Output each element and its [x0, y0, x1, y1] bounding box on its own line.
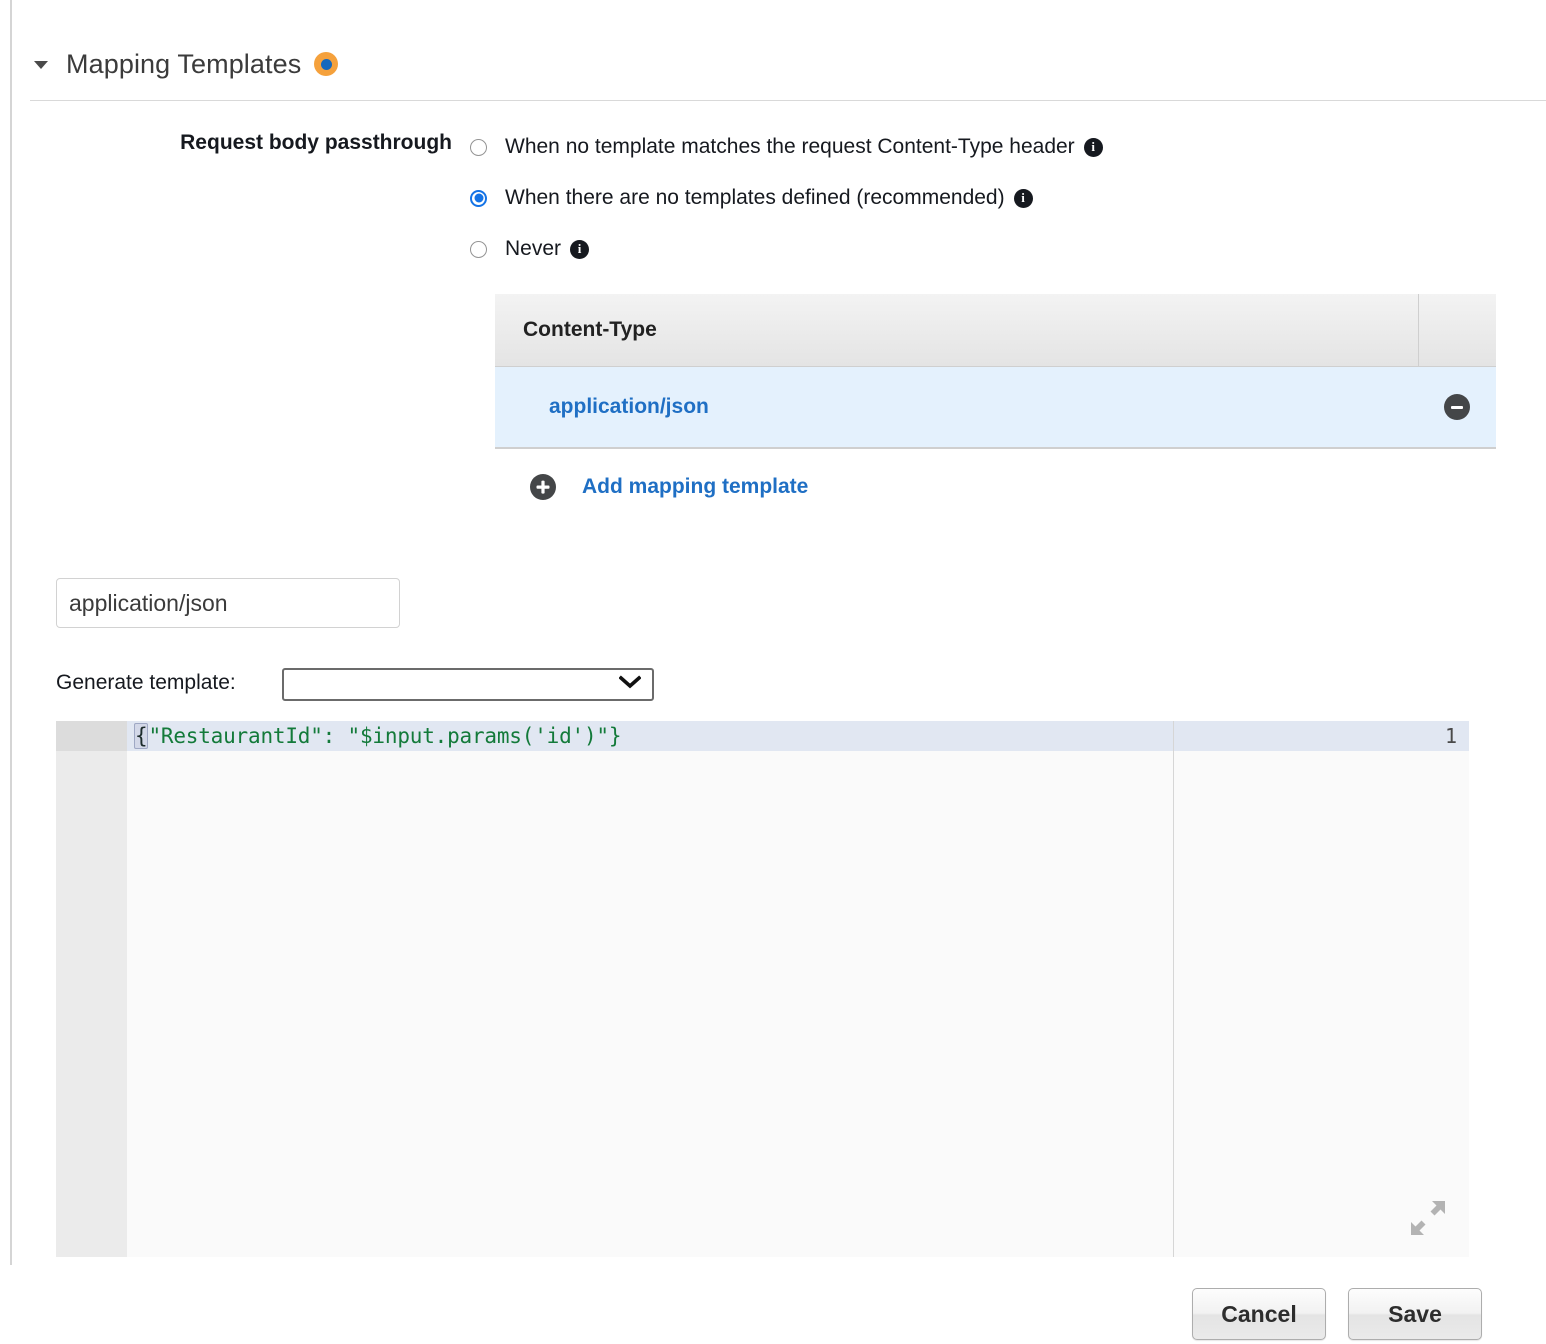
radio-option-no-template-matches[interactable]: When no template matches the request Con…	[470, 130, 1103, 164]
add-mapping-template-button[interactable]: Add mapping template	[530, 474, 808, 500]
radio-label-no-templates-defined: When there are no templates defined (rec…	[505, 186, 1005, 209]
editor-code-text: "RestaurantId": "$input.params('id')"}	[148, 724, 622, 748]
info-icon[interactable]: i	[570, 239, 590, 259]
radio-no-template-matches[interactable]	[470, 138, 487, 156]
chevron-down-icon	[618, 675, 642, 694]
mapping-template-code-editor[interactable]: 1 {"RestaurantId": "$input.params('id')"…	[56, 721, 1469, 1257]
passthrough-radio-group: When no template matches the request Con…	[470, 130, 1103, 283]
cancel-button[interactable]: Cancel	[1192, 1288, 1326, 1340]
editor-gutter-active-line	[56, 721, 127, 751]
minus-circle-icon[interactable]	[1444, 394, 1470, 420]
content-type-input[interactable]	[56, 578, 400, 628]
cell-actions	[1418, 394, 1496, 420]
table-row[interactable]: application/json	[495, 367, 1496, 449]
page-title: Mapping Templates	[66, 48, 302, 79]
add-mapping-template-label: Add mapping template	[582, 475, 809, 498]
cell-content-type: application/json	[495, 395, 1418, 419]
left-rail-divider	[10, 0, 12, 1265]
request-body-passthrough-label: Request body passthrough	[180, 131, 452, 154]
generate-template-select[interactable]	[282, 668, 654, 701]
mapping-templates-panel: Mapping Templates Request body passthrou…	[0, 0, 1546, 1344]
radio-never[interactable]	[470, 240, 487, 258]
table-header-row: Content-Type	[495, 293, 1496, 367]
radio-option-never[interactable]: Never i	[470, 232, 1103, 266]
radio-option-no-templates-defined[interactable]: When there are no templates defined (rec…	[470, 181, 1103, 215]
editor-gutter	[56, 721, 127, 1257]
info-icon[interactable]: i	[1083, 137, 1103, 157]
column-header-actions	[1418, 293, 1496, 367]
editor-code-line[interactable]: {"RestaurantId": "$input.params('id')"}	[134, 721, 621, 751]
section-header: Mapping Templates	[30, 30, 1546, 98]
save-button[interactable]: Save	[1348, 1288, 1482, 1340]
editor-print-margin	[1173, 721, 1174, 1257]
footer-actions: Cancel Save	[0, 1288, 1546, 1340]
radio-label-never: Never	[505, 237, 562, 260]
header-divider	[30, 100, 1546, 101]
radio-label-no-template-matches: When no template matches the request Con…	[505, 135, 1075, 158]
status-dot-icon	[314, 52, 339, 76]
generate-template-label: Generate template:	[56, 671, 236, 694]
radio-no-templates-defined[interactable]	[470, 189, 487, 207]
editor-line-number: 1	[1444, 724, 1457, 748]
info-icon[interactable]: i	[1013, 188, 1033, 208]
caret-down-icon[interactable]	[30, 53, 52, 75]
editor-matching-brace: {	[134, 723, 149, 749]
content-type-link[interactable]: application/json	[549, 395, 709, 418]
expand-arrows-icon[interactable]	[1409, 1199, 1447, 1237]
plus-circle-icon[interactable]	[530, 474, 556, 500]
column-header-content-type: Content-Type	[523, 318, 657, 341]
content-type-table: Content-Type application/json	[495, 293, 1496, 449]
